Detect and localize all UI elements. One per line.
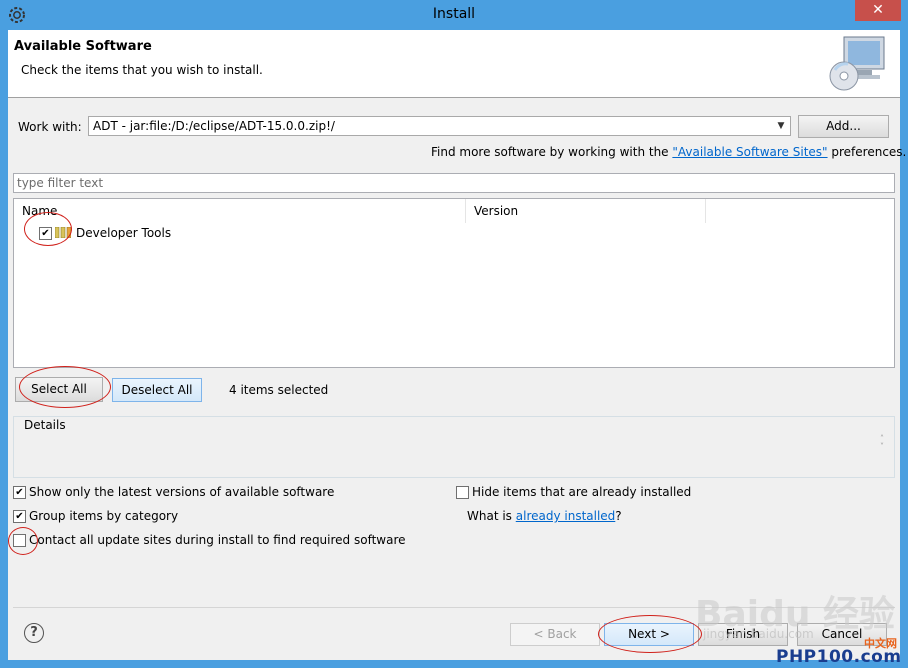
header-title: Available Software xyxy=(14,39,152,54)
show-latest-checkbox[interactable]: ✔ xyxy=(13,486,26,499)
dialog-header: Available Software Check the items that … xyxy=(8,30,900,98)
column-header-blank xyxy=(706,199,894,223)
tree-item[interactable]: ✔ Developer Tools xyxy=(14,224,894,242)
already-installed-link[interactable]: already installed xyxy=(516,509,616,523)
software-tree[interactable]: Name Version ✔ Developer Tools xyxy=(13,198,895,368)
what-is-suffix: ? xyxy=(615,509,622,523)
find-more-text: Find more software by working with the "… xyxy=(431,145,906,159)
details-label: Details xyxy=(22,418,68,432)
what-is-prefix: What is xyxy=(467,509,516,523)
dialog-client-area: Available Software Check the items that … xyxy=(8,30,906,660)
install-window: Install ✕ Available Software Check the i… xyxy=(0,0,908,668)
annotation-oval-next xyxy=(598,615,702,653)
add-site-button[interactable]: Add... xyxy=(798,115,889,138)
annotation-oval-checkbox xyxy=(24,212,72,246)
find-more-suffix: preferences. xyxy=(827,145,907,159)
chevron-down-icon[interactable]: ▼ xyxy=(774,118,788,134)
title-bar[interactable]: Install ✕ xyxy=(0,0,908,30)
header-description: Check the items that you wish to install… xyxy=(21,63,263,77)
back-button[interactable]: < Back xyxy=(510,623,600,646)
show-latest-label: Show only the latest versions of availab… xyxy=(29,485,335,499)
what-is-installed-text: What is already installed? xyxy=(467,509,622,523)
work-with-combo[interactable]: ADT - jar:file:/D:/eclipse/ADT-15.0.0.zi… xyxy=(88,116,791,136)
close-button[interactable]: ✕ xyxy=(855,0,901,21)
deselect-all-button[interactable]: Deselect All xyxy=(112,378,202,402)
help-icon[interactable]: ? xyxy=(24,623,44,643)
work-with-value: ADT - jar:file:/D:/eclipse/ADT-15.0.0.zi… xyxy=(93,119,335,133)
group-by-category-checkbox[interactable]: ✔ xyxy=(13,510,26,523)
details-scroll-icon[interactable]: ˄ ˅ xyxy=(880,435,884,451)
work-with-label: Work with: xyxy=(18,120,82,134)
contact-all-sites-label: Contact all update sites during install … xyxy=(29,533,406,547)
install-software-icon xyxy=(829,36,885,91)
hide-installed-label: Hide items that are already installed xyxy=(472,485,692,499)
column-header-version[interactable]: Version xyxy=(466,199,706,223)
developer-tools-label: Developer Tools xyxy=(76,226,172,240)
php100-watermark: PHP100.com xyxy=(776,647,902,667)
hide-installed-checkbox[interactable] xyxy=(456,486,469,499)
baidu-url-watermark: jingyan.baidu.com xyxy=(703,627,814,641)
selection-status: 4 items selected xyxy=(229,383,329,397)
details-group: Details ˄ ˅ xyxy=(13,416,895,478)
filter-input[interactable]: type filter text xyxy=(13,173,895,193)
annotation-oval-select-all xyxy=(19,366,111,408)
annotation-oval-contact xyxy=(8,527,38,555)
column-header-name[interactable]: Name xyxy=(14,199,466,223)
find-more-prefix: Find more software by working with the xyxy=(431,145,673,159)
window-title: Install xyxy=(432,6,476,22)
available-sites-link[interactable]: "Available Software Sites" xyxy=(672,145,827,159)
group-by-category-label: Group items by category xyxy=(29,509,179,523)
